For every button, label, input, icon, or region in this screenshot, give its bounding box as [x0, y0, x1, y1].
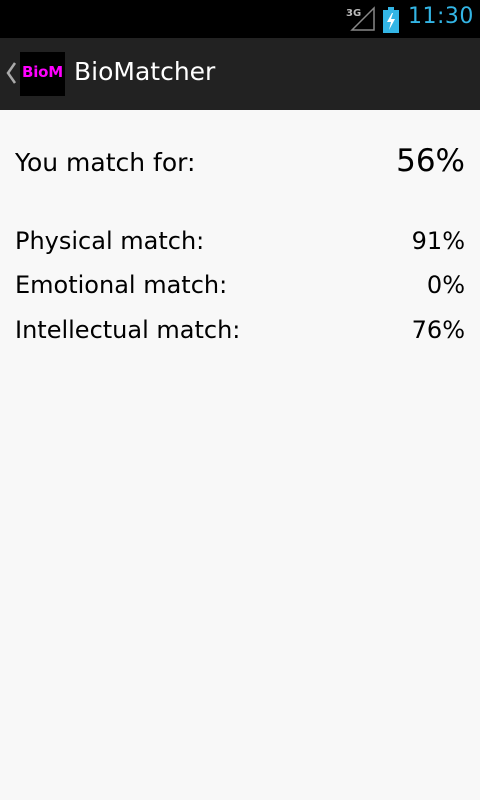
battery-charging-icon	[383, 7, 399, 33]
total-match-label: You match for:	[15, 148, 196, 177]
back-chevron-icon[interactable]	[4, 60, 18, 86]
svg-text:3G: 3G	[346, 8, 361, 19]
action-bar: BioM BioMatcher	[0, 38, 480, 110]
signal-3g-icon: 3G	[346, 6, 375, 31]
app-title: BioMatcher	[74, 57, 216, 86]
intellectual-match-value: 76%	[411, 316, 465, 344]
status-clock: 11:30	[408, 4, 474, 29]
status-bar: 3G 11:30	[0, 0, 480, 38]
app-icon[interactable]: BioM	[20, 52, 65, 96]
emotional-match-label: Emotional match:	[15, 271, 228, 299]
emotional-match-value: 0%	[426, 271, 465, 299]
physical-match-value: 91%	[411, 227, 465, 255]
physical-match-label: Physical match:	[15, 227, 205, 255]
app-icon-label: BioM	[21, 63, 63, 81]
intellectual-match-label: Intellectual match:	[15, 316, 241, 344]
total-match-value: 56%	[396, 143, 465, 179]
